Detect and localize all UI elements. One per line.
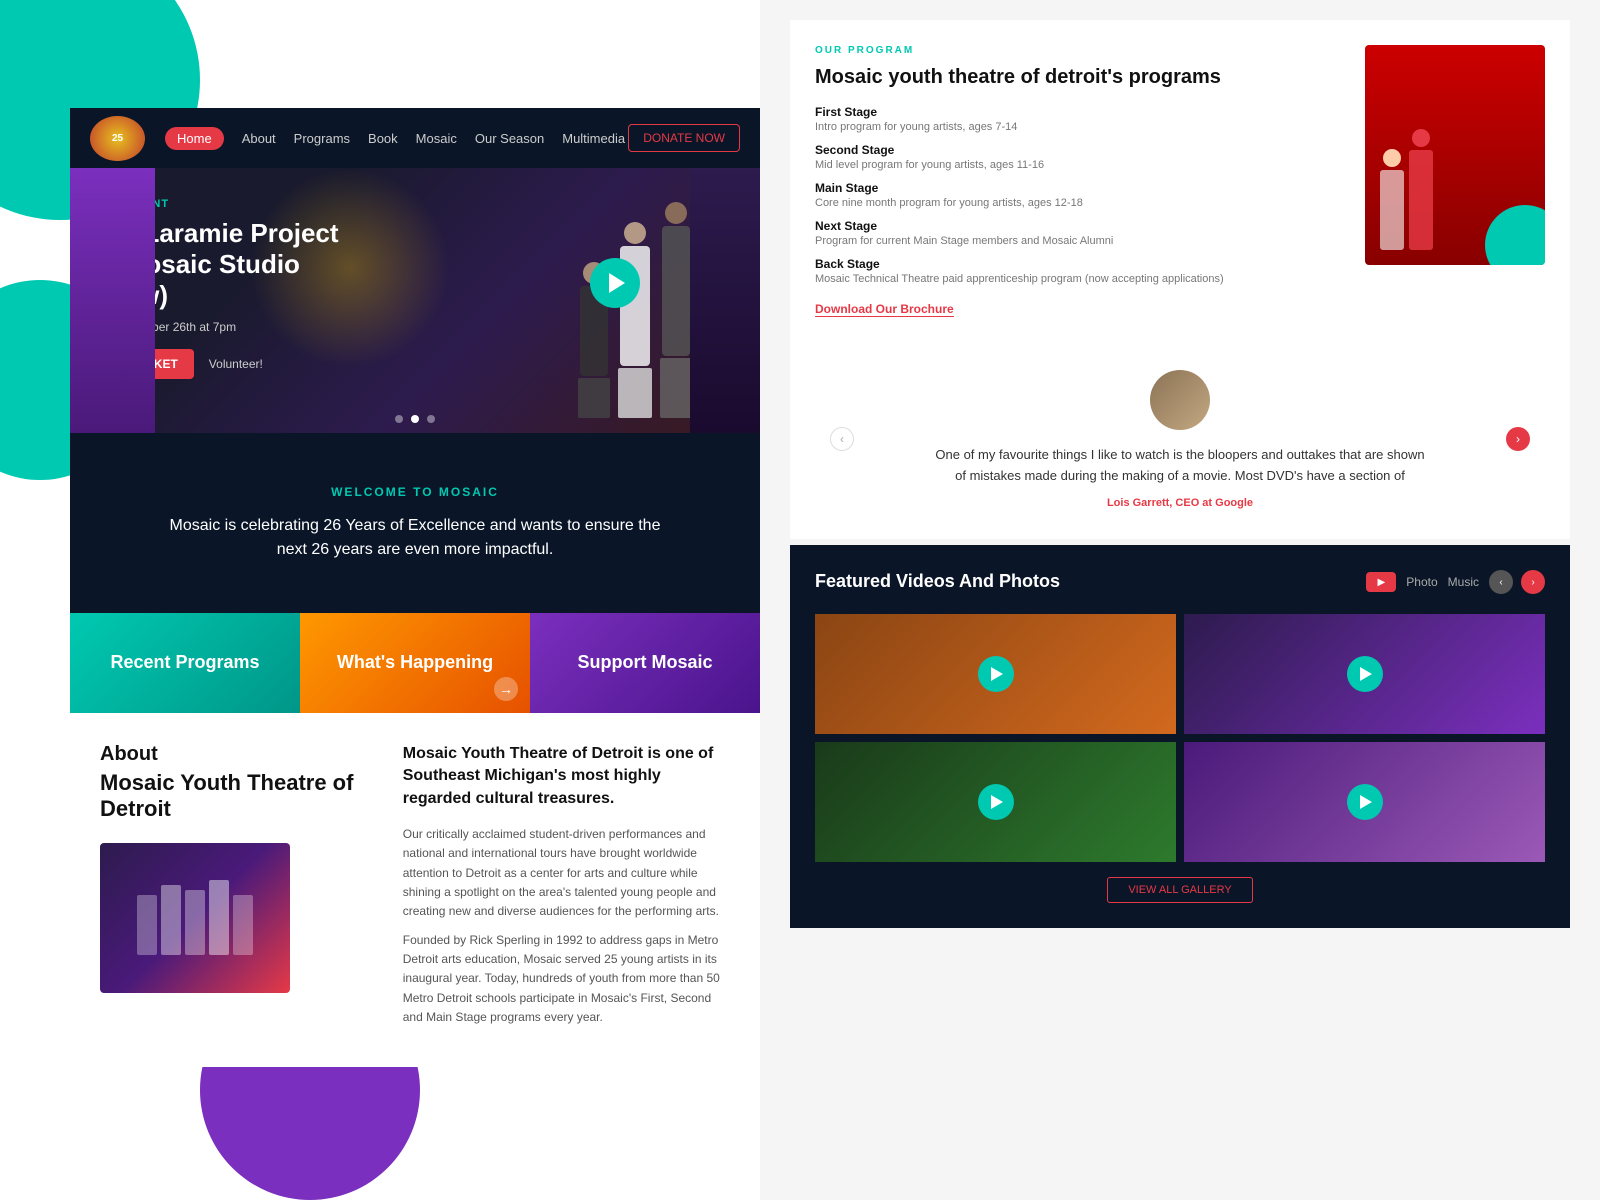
programs-title: Mosaic youth theatre of detroit's progra… bbox=[815, 64, 1340, 90]
hero-dots bbox=[395, 415, 435, 423]
nav-about[interactable]: About bbox=[242, 131, 276, 146]
program-item-first-stage: First Stage Intro program for young arti… bbox=[815, 105, 1340, 133]
nav-book[interactable]: Book bbox=[368, 131, 398, 146]
video-play-4[interactable] bbox=[1347, 784, 1383, 820]
video-thumb-2[interactable] bbox=[1184, 614, 1545, 734]
testimonial-text: One of my favourite things I like to wat… bbox=[930, 445, 1430, 487]
welcome-section: WELCOME TO MOSAIC Mosaic is celebrating … bbox=[70, 433, 760, 613]
volunteer-link[interactable]: Volunteer! bbox=[209, 357, 263, 371]
dot-3[interactable] bbox=[427, 415, 435, 423]
testimonial-author: Lois Garrett, CEO at Google bbox=[874, 497, 1486, 509]
navbar: 25 Home About Programs Book Mosaic Our S… bbox=[70, 108, 760, 168]
video-play-3[interactable] bbox=[978, 784, 1014, 820]
program-item-back-stage: Back Stage Mosaic Technical Theatre paid… bbox=[815, 257, 1340, 285]
dot-2[interactable] bbox=[411, 415, 419, 423]
testimonial-content: One of my favourite things I like to wat… bbox=[874, 370, 1486, 509]
video-play-2[interactable] bbox=[1347, 656, 1383, 692]
featured-prev-button[interactable]: ‹ bbox=[1489, 570, 1513, 594]
left-panel: 25 Home About Programs Book Mosaic Our S… bbox=[0, 0, 760, 1200]
featured-title: Featured Videos And Photos bbox=[815, 570, 1060, 593]
card-support-mosaic[interactable]: Support Mosaic bbox=[530, 613, 760, 713]
featured-header: Featured Videos And Photos Photo Music ‹… bbox=[815, 570, 1545, 594]
about-heading-small: About bbox=[100, 743, 373, 766]
testimonial-avatar bbox=[1150, 370, 1210, 430]
nav-mosaic[interactable]: Mosaic bbox=[416, 131, 457, 146]
about-heading-large: Mosaic Youth Theatre of Detroit bbox=[100, 770, 373, 823]
video-play-1[interactable] bbox=[978, 656, 1014, 692]
featured-section: Featured Videos And Photos Photo Music ‹… bbox=[790, 545, 1570, 928]
our-program-label: OUR PROGRAM bbox=[815, 45, 1340, 56]
testimonial-next-button[interactable]: › bbox=[1506, 427, 1530, 451]
dot-1[interactable] bbox=[395, 415, 403, 423]
testimonial-prev-button[interactable]: ‹ bbox=[830, 427, 854, 451]
card-arrow-icon: → bbox=[494, 677, 518, 701]
nav-our-season[interactable]: Our Season bbox=[475, 131, 544, 146]
hero-side-right bbox=[690, 168, 760, 433]
about-intro: Mosaic Youth Theatre of Detroit is one o… bbox=[403, 743, 730, 810]
programs-content: OUR PROGRAM Mosaic youth theatre of detr… bbox=[815, 45, 1340, 368]
testimonial-section: ‹ One of my favourite things I like to w… bbox=[790, 340, 1570, 539]
testimonial-avatar-inner bbox=[1150, 370, 1210, 430]
view-all-gallery-button[interactable]: VIEW ALL GALLERY bbox=[1107, 877, 1252, 903]
about-right: Mosaic Youth Theatre of Detroit is one o… bbox=[403, 743, 730, 1037]
about-image bbox=[100, 843, 290, 993]
site-logo[interactable]: 25 bbox=[90, 116, 145, 161]
donate-button[interactable]: DONATE NOW bbox=[628, 124, 740, 152]
hero-side-left bbox=[70, 168, 155, 433]
video-tab-icon[interactable] bbox=[1366, 572, 1396, 592]
program-item-next-stage: Next Stage Program for current Main Stag… bbox=[815, 219, 1340, 247]
about-left: About Mosaic Youth Theatre of Detroit bbox=[100, 743, 373, 1037]
nav-links: Home About Programs Book Mosaic Our Seas… bbox=[165, 127, 628, 150]
video-grid bbox=[815, 614, 1545, 862]
about-body-2: Founded by Rick Sperling in 1992 to addr… bbox=[403, 931, 730, 1027]
programs-image bbox=[1365, 45, 1545, 265]
featured-next-button[interactable]: › bbox=[1521, 570, 1545, 594]
about-image-inner bbox=[100, 843, 290, 993]
download-brochure-link[interactable]: Download Our Brochure bbox=[815, 302, 954, 317]
hero-section: NEXT EVENT The Laramie Project (A Mosaic… bbox=[70, 168, 760, 433]
program-item-second-stage: Second Stage Mid level program for young… bbox=[815, 143, 1340, 171]
about-section: About Mosaic Youth Theatre of Detroit Mo… bbox=[70, 713, 760, 1067]
nav-programs[interactable]: Programs bbox=[294, 131, 350, 146]
music-tab[interactable]: Music bbox=[1448, 575, 1479, 589]
featured-controls: ‹ › bbox=[1489, 570, 1545, 594]
welcome-text: Mosaic is celebrating 26 Years of Excell… bbox=[165, 514, 665, 562]
featured-tabs: Photo Music ‹ › bbox=[1366, 570, 1545, 594]
nav-multimedia[interactable]: Multimedia bbox=[562, 131, 625, 146]
card-whats-happening[interactable]: What's Happening → bbox=[300, 613, 530, 713]
play-button[interactable] bbox=[590, 258, 640, 308]
video-thumb-1[interactable] bbox=[815, 614, 1176, 734]
video-thumb-4[interactable] bbox=[1184, 742, 1545, 862]
program-item-main-stage: Main Stage Core nine month program for y… bbox=[815, 181, 1340, 209]
right-panel: OUR PROGRAM Mosaic youth theatre of detr… bbox=[760, 0, 1600, 1200]
card-recent-programs[interactable]: Recent Programs bbox=[70, 613, 300, 713]
photo-tab[interactable]: Photo bbox=[1406, 575, 1437, 589]
welcome-label: WELCOME TO MOSAIC bbox=[331, 485, 499, 499]
video-thumb-3[interactable] bbox=[815, 742, 1176, 862]
about-body-1: Our critically acclaimed student-driven … bbox=[403, 825, 730, 921]
programs-section: OUR PROGRAM Mosaic youth theatre of detr… bbox=[790, 20, 1570, 393]
cards-row: Recent Programs What's Happening → Suppo… bbox=[70, 613, 760, 713]
nav-home[interactable]: Home bbox=[165, 127, 224, 150]
